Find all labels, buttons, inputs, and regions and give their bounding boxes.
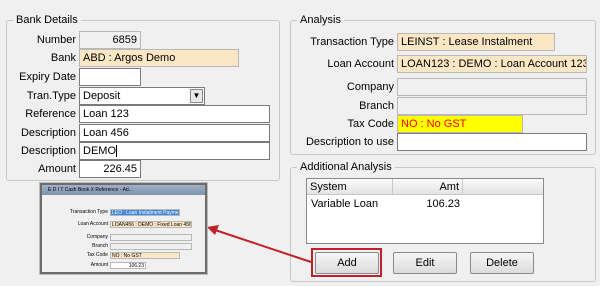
thumb-company-label: Company	[86, 234, 108, 240]
thumb-loan-account-field: LOAN456 : DEMO : Fixed Loan 456	[110, 221, 192, 228]
thumb-tax-code-field: NO : No GST	[110, 252, 180, 259]
thumb-amount-field: 106.23	[110, 262, 146, 269]
thumb-loan-account-label: Loan Account	[77, 221, 108, 227]
thumb-branch-field	[110, 243, 192, 250]
thumb-company-field	[110, 234, 192, 241]
thumb-transaction-type-field: LEO : Loan Instalment Payment	[110, 209, 180, 216]
thumb-branch-label: Branch	[92, 243, 108, 249]
edit-dialog-thumbnail: E D I T Cash Book X Reference - Ad... Tr…	[40, 183, 207, 274]
thumb-transaction-type-label: Transaction Type	[69, 209, 108, 215]
thumb-amount-label: Amount	[90, 262, 108, 268]
thumbnail-title-bar: E D I T Cash Book X Reference - Ad...	[42, 185, 205, 195]
thumb-tax-code-label: Tax Code	[86, 252, 108, 258]
